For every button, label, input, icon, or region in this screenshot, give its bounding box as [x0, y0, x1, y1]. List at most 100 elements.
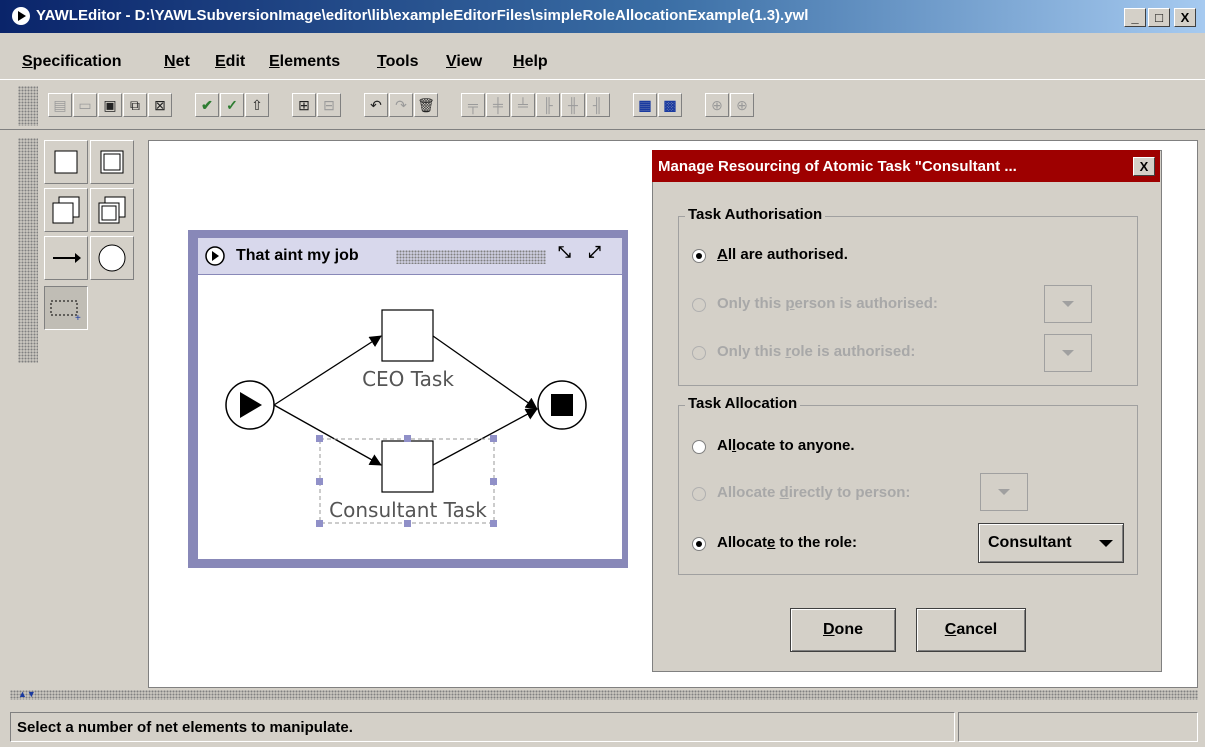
menu-edit[interactable]: Edit: [215, 53, 245, 71]
condition-circle-icon: [98, 244, 126, 272]
menu-tools[interactable]: Tools: [377, 53, 418, 71]
remove-net-icon[interactable]: ⊟: [317, 93, 341, 117]
allocate-person-radio[interactable]: [692, 487, 706, 501]
allocate-anyone-label[interactable]: Allocate to anyone.: [717, 437, 855, 454]
role-authorised-label[interactable]: Only this role is authorised:: [717, 343, 915, 360]
status-bar-secondary: [958, 712, 1198, 742]
allocate-role-radio[interactable]: [692, 537, 706, 551]
chevron-down-icon: [998, 489, 1010, 495]
composite-task-icon: [100, 150, 124, 174]
svg-text:+: +: [75, 313, 81, 324]
end-condition[interactable]: [537, 380, 587, 430]
flow-start-to-consultant[interactable]: [273, 404, 382, 466]
person-authorised-combo[interactable]: [1044, 285, 1092, 323]
add-net-icon[interactable]: ⊞: [292, 93, 316, 117]
composite-task-tool[interactable]: [90, 140, 134, 184]
maximize-net-icon[interactable]: ⤢: [588, 244, 601, 262]
dialog-close-button[interactable]: X: [1133, 157, 1155, 176]
decorate-join-icon[interactable]: ⊕: [730, 93, 754, 117]
pane-splitter[interactable]: [10, 690, 1198, 700]
multiple-atomic-task-icon: [52, 196, 80, 224]
dialog-title: Manage Resourcing of Atomic Task "Consul…: [658, 158, 1017, 175]
splitter-arrows-icon[interactable]: ▲▼: [18, 690, 36, 699]
redo-icon[interactable]: ↷: [389, 93, 413, 117]
allocate-person-combo[interactable]: [980, 473, 1028, 511]
decorate-split-icon[interactable]: ⊕: [705, 93, 729, 117]
flow-consultant-to-end[interactable]: [432, 408, 538, 466]
export-icon[interactable]: ⇧: [245, 93, 269, 117]
arrow-icon: [53, 253, 81, 263]
person-authorised-radio[interactable]: [692, 298, 706, 312]
close-spec-icon[interactable]: ⊠: [148, 93, 172, 117]
allocation-legend: Task Allocation: [685, 395, 801, 412]
zoom-fit-icon[interactable]: ▩: [658, 93, 682, 117]
condition-tool[interactable]: [90, 236, 134, 280]
authorisation-legend: Task Authorisation: [685, 206, 826, 223]
net-window-title-bar[interactable]: That aint my job ⤡ ⤢: [198, 238, 622, 274]
consultant-task-label: Consultant Task: [329, 498, 487, 522]
save-as-icon[interactable]: ⧉: [123, 93, 147, 117]
menu-net[interactable]: Net: [164, 53, 190, 71]
ceo-task-label: CEO Task: [362, 367, 454, 391]
atomic-task-tool[interactable]: [44, 140, 88, 184]
analyse-icon[interactable]: ✓: [220, 93, 244, 117]
marquee-select-icon: +: [50, 300, 81, 324]
window-title: YAWLEditor - D:\YAWLSubversionImage\edit…: [36, 7, 809, 24]
minimize-button[interactable]: _: [1124, 8, 1146, 27]
yawl-app-icon: [12, 7, 30, 25]
align-bottom-icon[interactable]: ╧: [511, 93, 535, 117]
marquee-tool[interactable]: +: [44, 286, 88, 330]
align-left-icon[interactable]: ╟: [536, 93, 560, 117]
multiple-composite-task-tool[interactable]: [90, 188, 134, 232]
allocate-role-combo[interactable]: Consultant: [978, 523, 1124, 563]
minimize-net-icon[interactable]: ⤡: [558, 244, 571, 262]
dialog-title-bar[interactable]: Manage Resourcing of Atomic Task "Consul…: [652, 150, 1160, 182]
align-right-icon[interactable]: ╢: [586, 93, 610, 117]
menu-elements[interactable]: Elements: [269, 53, 340, 71]
allocate-role-label[interactable]: Allocate to the role:: [717, 534, 857, 551]
new-spec-icon[interactable]: ▤: [48, 93, 72, 117]
status-message: Select a number of net elements to manip…: [17, 719, 353, 736]
person-authorised-label[interactable]: Only this person is authorised:: [717, 295, 938, 312]
chevron-down-icon: [1062, 350, 1074, 356]
validate-icon[interactable]: ✔: [195, 93, 219, 117]
multiple-composite-task-icon: [98, 196, 126, 224]
undo-icon[interactable]: ↶: [364, 93, 388, 117]
align-center-icon[interactable]: ╫: [561, 93, 585, 117]
maximize-button[interactable]: □: [1148, 8, 1170, 27]
align-top-icon[interactable]: ╤: [461, 93, 485, 117]
atomic-task-icon: [54, 150, 78, 174]
close-button[interactable]: X: [1174, 8, 1196, 27]
open-spec-icon[interactable]: ▭: [73, 93, 97, 117]
window-title-bar[interactable]: YAWLEditor - D:\YAWLSubversionImage\edit…: [0, 0, 1205, 33]
all-authorised-label[interactable]: All are authorised.: [717, 246, 848, 263]
cancel-button[interactable]: Cancel: [916, 608, 1026, 652]
status-bar: Select a number of net elements to manip…: [10, 712, 955, 742]
menu-bar: Specification Net Edit Elements Tools Vi…: [0, 33, 1205, 79]
multiple-atomic-task-tool[interactable]: [44, 188, 88, 232]
palette-grip[interactable]: [18, 138, 38, 363]
menu-specification[interactable]: Specification: [22, 53, 122, 71]
role-authorised-radio[interactable]: [692, 346, 706, 360]
allocate-anyone-radio[interactable]: [692, 440, 706, 454]
align-middle-icon[interactable]: ╪: [486, 93, 510, 117]
net-play-icon: [205, 246, 225, 266]
all-authorised-radio[interactable]: [692, 249, 706, 263]
chevron-down-icon: [1099, 540, 1113, 547]
flow-relation-tool[interactable]: [44, 236, 88, 280]
save-icon[interactable]: ▣: [98, 93, 122, 117]
menu-help[interactable]: Help: [513, 53, 548, 71]
zoom-selected-icon[interactable]: ▦: [633, 93, 657, 117]
done-button[interactable]: Done: [790, 608, 896, 652]
menu-view[interactable]: View: [446, 53, 482, 71]
chevron-down-icon: [1062, 301, 1074, 307]
toolbar-grip[interactable]: [18, 86, 38, 126]
allocate-role-value: Consultant: [988, 534, 1072, 551]
role-authorised-combo[interactable]: [1044, 334, 1092, 372]
ceo-task[interactable]: [381, 309, 434, 362]
delete-icon[interactable]: 🗑: [414, 93, 438, 117]
start-condition[interactable]: [225, 380, 275, 430]
allocate-person-label[interactable]: Allocate directly to person:: [717, 484, 910, 501]
net-title: That aint my job: [236, 247, 359, 264]
net-title-grip: [396, 250, 546, 264]
